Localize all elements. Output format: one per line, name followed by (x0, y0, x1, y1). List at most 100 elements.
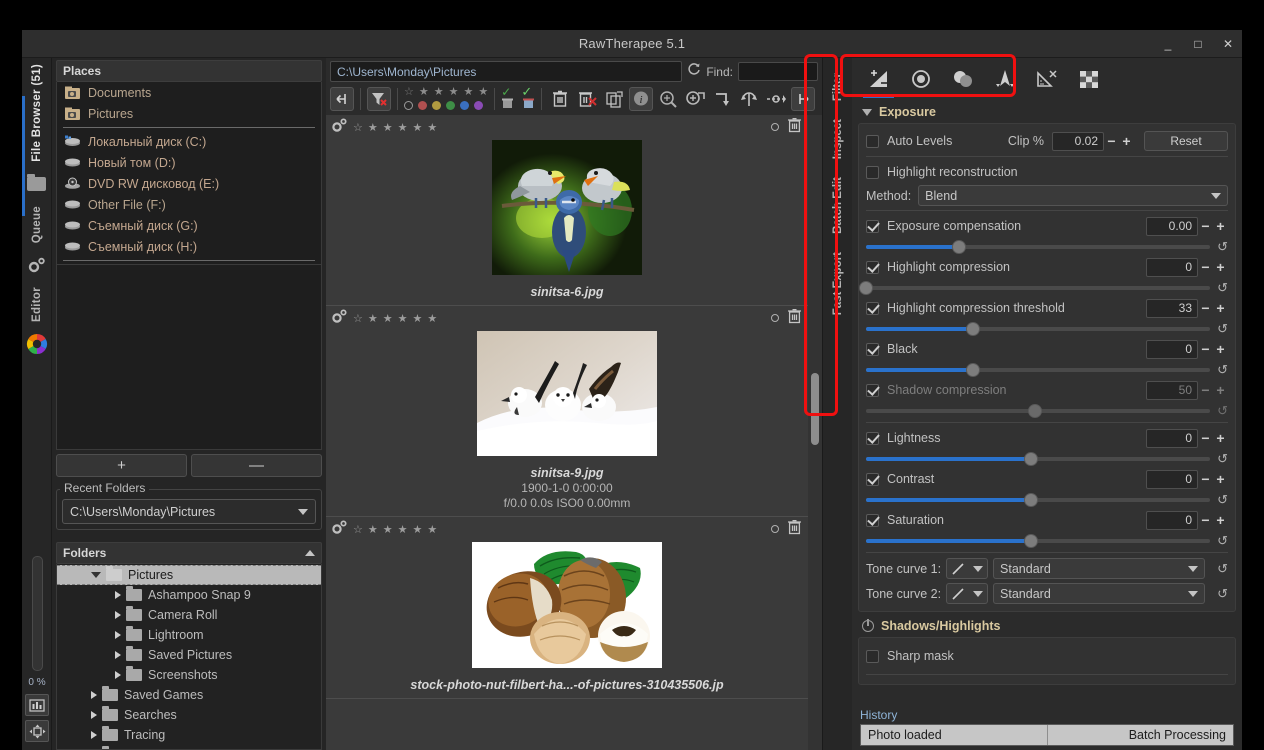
queue-circle-icon[interactable] (771, 525, 779, 533)
processing-profile-icon[interactable] (332, 117, 348, 137)
flip-vertical-icon[interactable] (737, 87, 761, 111)
slider-checkbox[interactable] (866, 301, 879, 315)
slider-decrement-button[interactable]: − (1198, 259, 1213, 275)
place-item[interactable]: Съемный диск (G:) (57, 215, 321, 236)
slider-decrement-button[interactable]: − (1198, 300, 1213, 316)
slider-value[interactable]: 33 (1146, 298, 1198, 318)
trash-check-icon[interactable] (501, 96, 514, 114)
path-input[interactable]: C:\Users\Monday\Pictures (330, 61, 683, 82)
chevron-right-icon[interactable] (115, 651, 121, 659)
slider-checkbox[interactable] (866, 383, 879, 397)
advanced-tab-icon[interactable] (986, 63, 1023, 95)
trash-icon[interactable] (787, 308, 802, 329)
slider-value[interactable]: 50 (1146, 380, 1198, 400)
chevron-right-icon[interactable] (91, 731, 97, 739)
slider-value[interactable]: 0 (1146, 510, 1198, 530)
slider-decrement-button[interactable]: − (1198, 218, 1213, 234)
folder-tree-row[interactable]: Screenshots (57, 665, 321, 685)
find-input[interactable] (738, 62, 818, 81)
clip-decrement-button[interactable]: − (1104, 133, 1119, 149)
color-wheel-icon[interactable] (26, 334, 48, 355)
thumbnail-star[interactable]: ★ (383, 523, 393, 536)
slider-increment-button[interactable]: + (1213, 430, 1228, 446)
place-item[interactable]: Съемный диск (H:) (57, 236, 321, 257)
slider-reset-icon[interactable]: ↺ (1210, 533, 1228, 549)
sharp-mask-checkbox[interactable] (866, 649, 879, 663)
slider-decrement-button[interactable]: − (1198, 382, 1213, 398)
close-button[interactable]: ✕ (1220, 37, 1236, 51)
slider-reset-icon[interactable]: ↺ (1210, 403, 1228, 419)
detail-tab-icon[interactable] (902, 63, 939, 95)
folder-icon[interactable] (26, 173, 48, 194)
slider-track[interactable] (866, 451, 1210, 466)
zoom-slider[interactable] (31, 556, 43, 671)
thumbnail-card[interactable]: ☆ ★ ★ ★ ★ ★ (326, 115, 808, 306)
slider-reset-icon[interactable]: ↺ (1210, 362, 1228, 378)
zoom-in-icon[interactable] (683, 87, 707, 111)
slider-reset-icon[interactable]: ↺ (1210, 280, 1228, 296)
thumbnail-star[interactable]: ★ (427, 312, 437, 325)
folder-tree-row[interactable]: Ashampoo Snap 9 (57, 585, 321, 605)
chevron-right-icon[interactable] (91, 691, 97, 699)
thumbnail-star[interactable]: ☆ (353, 312, 363, 325)
thumbnail-image[interactable] (332, 140, 802, 280)
star-rank-icon[interactable]: ☆ ★ ★ ★ ★ ★ (404, 86, 488, 98)
chevron-down-icon[interactable] (91, 572, 101, 578)
tab-inspect[interactable]: Inspect (832, 110, 844, 168)
method-dropdown[interactable]: Blend (918, 185, 1228, 206)
thumbnail-star[interactable]: ★ (427, 121, 437, 134)
delete-icon[interactable] (548, 87, 572, 111)
tone-curve-2-type-button[interactable] (946, 583, 989, 604)
power-toggle-icon[interactable] (862, 619, 874, 632)
slider-checkbox[interactable] (866, 431, 879, 445)
slider-increment-button[interactable]: + (1213, 512, 1228, 528)
thumbnail-star[interactable]: ☆ (353, 523, 363, 536)
thumbnail-image[interactable] (332, 331, 802, 461)
slider-value[interactable]: 0 (1146, 257, 1198, 277)
folder-tree-row[interactable]: Saved Pictures (57, 645, 321, 665)
flip-horizontal-icon[interactable] (764, 87, 788, 111)
thumbnail-star[interactable]: ☆ (353, 121, 363, 134)
slider-track[interactable] (866, 321, 1210, 336)
tone-curve-1-dropdown[interactable]: Standard (993, 558, 1205, 579)
slider-decrement-button[interactable]: − (1198, 430, 1213, 446)
reset-button[interactable]: Reset (1144, 131, 1228, 151)
thumbnail-star[interactable]: ★ (413, 312, 423, 325)
color-label-icon[interactable] (404, 99, 488, 111)
tone-curve-1-reset-icon[interactable]: ↺ (1210, 561, 1228, 577)
slider-checkbox[interactable] (866, 260, 879, 274)
slider-checkbox[interactable] (866, 513, 879, 527)
history-column-photo-loaded[interactable]: Photo loaded (861, 725, 1047, 745)
queue-filter-group[interactable]: ✓ ✓ (501, 84, 535, 114)
chevron-right-icon[interactable] (115, 631, 121, 639)
recent-folders-dropdown[interactable]: C:\Users\Monday\Pictures (62, 499, 316, 524)
thumbnail-star[interactable]: ★ (398, 312, 408, 325)
trash-icon[interactable] (787, 117, 802, 138)
processing-profile-icon[interactable] (332, 519, 348, 539)
slider-reset-icon[interactable]: ↺ (1210, 492, 1228, 508)
slider-increment-button[interactable]: + (1213, 300, 1228, 316)
chevron-right-icon[interactable] (115, 591, 121, 599)
thumbnail-star[interactable]: ★ (368, 312, 378, 325)
fit-to-screen-icon[interactable] (25, 720, 49, 742)
slider-value[interactable]: 0 (1146, 428, 1198, 448)
place-item[interactable]: Новый том (D:) (57, 152, 321, 173)
slider-checkbox[interactable] (866, 342, 879, 356)
queue-circle-icon[interactable] (771, 123, 779, 131)
clip-increment-button[interactable]: + (1119, 133, 1134, 149)
rotate-right-icon[interactable] (710, 87, 734, 111)
tone-curve-2-reset-icon[interactable]: ↺ (1210, 586, 1228, 602)
place-item[interactable]: Other File (F:) (57, 194, 321, 215)
slider-checkbox[interactable] (866, 472, 879, 486)
slider-increment-button[interactable]: + (1213, 259, 1228, 275)
folders-header[interactable]: Folders (56, 542, 322, 564)
thumbnail-card[interactable]: ☆ ★ ★ ★ ★ ★ (326, 306, 808, 517)
thumbnail-star[interactable]: ★ (413, 121, 423, 134)
thumbnail-star[interactable]: ★ (368, 121, 378, 134)
rank-filter-group[interactable]: ☆ ★ ★ ★ ★ ★ (404, 86, 488, 111)
tab-file-browser[interactable]: File Browser (51) (31, 58, 43, 168)
slider-track[interactable] (866, 362, 1210, 377)
folder-tree-row[interactable]: Searches (57, 705, 321, 725)
folder-tree-row[interactable]: Saved Games (57, 685, 321, 705)
slider-increment-button[interactable]: + (1213, 341, 1228, 357)
